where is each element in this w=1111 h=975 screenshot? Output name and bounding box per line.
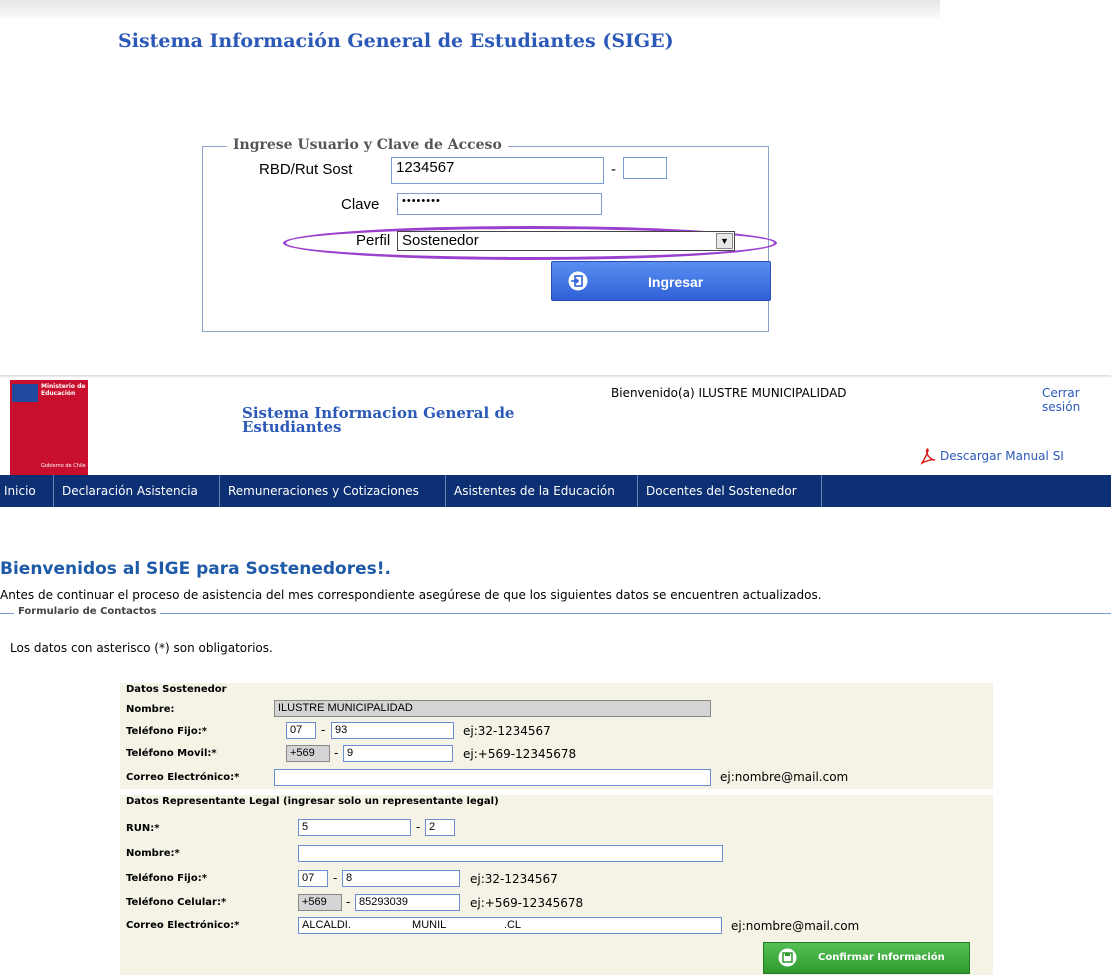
confirm-button[interactable]: Confirmar Información [763, 942, 970, 974]
rep-celular-code-input[interactable]: +569 [298, 894, 342, 911]
top-strip [0, 0, 940, 18]
rep-nombre-input[interactable] [298, 845, 723, 862]
sost-movil-code-input[interactable]: +569 [286, 745, 330, 762]
pdf-icon[interactable] [920, 448, 936, 465]
rbd-input[interactable]: 1234567 [391, 157, 604, 184]
rep-section-title: Datos Representante Legal (ingresar solo… [126, 796, 499, 807]
rep-fijo-num-input[interactable]: 8 [342, 870, 460, 887]
nav-item-inicio[interactable]: Inicio [0, 475, 54, 507]
sost-movil-dash: - [334, 746, 339, 760]
rep-fijo-hint: ej:32-1234567 [470, 872, 558, 886]
sost-correo-input[interactable] [274, 769, 711, 786]
rep-run-input[interactable]: 5 [298, 819, 411, 836]
manual-link[interactable]: Descargar Manual SI [940, 449, 1064, 463]
welcome-heading: Bienvenidos al SIGE para Sostenedores!. [0, 559, 391, 579]
sostenedor-section-title: Datos Sostenedor [126, 684, 227, 695]
ministry-logo: Ministerio de Educación Gobierno de Chil… [10, 380, 88, 476]
sost-movil-num-input[interactable]: 9 [343, 745, 453, 762]
rbd-dash: - [611, 161, 616, 178]
rep-fijo-dash: - [333, 871, 338, 885]
chile-flag-icon [12, 384, 38, 402]
nav-item-declaracion[interactable]: Declaración Asistencia [54, 475, 220, 507]
rbd-label: RBD/Rut Sost [259, 161, 353, 178]
rep-fijo-code-input[interactable]: 07 [298, 870, 328, 887]
rep-run-label: RUN:* [126, 823, 160, 834]
sost-movil-hint: ej:+569-12345678 [463, 747, 577, 761]
sost-nombre-label: Nombre: [126, 704, 175, 715]
rep-correo-label: Correo Electrónico:* [126, 920, 240, 931]
login-icon [568, 271, 588, 291]
rbd-dv-input[interactable] [623, 157, 667, 179]
rep-celular-num-input[interactable]: 85293039 [355, 894, 460, 911]
ministry-line2: Educación [41, 390, 76, 397]
rep-correo-hint: ej:nombre@mail.com [731, 919, 860, 933]
nav-item-docentes[interactable]: Docentes del Sostenedor [638, 475, 822, 507]
sost-movil-label: Teléfono Movil:* [126, 748, 217, 759]
rep-celular-hint: ej:+569-12345678 [470, 896, 584, 910]
rep-correo-input[interactable]: ALCALDI. MUNIL .CL [298, 917, 722, 934]
rep-nombre-label: Nombre:* [126, 848, 180, 859]
nav-item-asistentes[interactable]: Asistentes de la Educación [446, 475, 638, 507]
sost-fijo-num-input[interactable]: 93 [331, 722, 454, 739]
login-legend: Ingrese Usuario y Clave de Acceso [227, 137, 508, 153]
rep-run-dash: - [416, 820, 421, 834]
chevron-down-icon[interactable]: ▼ [716, 233, 733, 249]
form-fieldset-line [0, 613, 1111, 614]
ingresar-label: Ingresar [648, 274, 704, 290]
header-app-title: Sistema Informacion General de Estudiant… [242, 404, 515, 436]
form-legend: Formulario de Contactos [14, 606, 161, 617]
clave-input[interactable]: •••••••• [397, 193, 602, 215]
confirm-label: Confirmar Información [818, 952, 945, 963]
sost-fijo-dash: - [321, 723, 326, 737]
rep-run-dv-input[interactable]: 2 [425, 819, 455, 836]
required-note: Los datos con asterisco (*) son obligato… [10, 641, 273, 655]
save-icon [778, 948, 797, 967]
header-strip [0, 375, 1111, 378]
ingresar-button[interactable]: Ingresar [551, 261, 771, 301]
sost-nombre-input[interactable]: ILUSTRE MUNICIPALIDAD [274, 700, 711, 717]
login-app-title: Sistema Información General de Estudiant… [118, 30, 674, 52]
sost-fijo-code-input[interactable]: 07 [286, 722, 316, 739]
perfil-value: Sostenedor [402, 232, 479, 249]
nav-item-remuneraciones[interactable]: Remuneraciones y Cotizaciones [220, 475, 446, 507]
ministry-line1: Ministerio de [41, 383, 86, 390]
logout-link[interactable]: Cerrar sesión [1042, 386, 1111, 414]
gobierno-label: Gobierno de Chile [41, 463, 86, 469]
intro-text: Antes de continuar el proceso de asisten… [0, 588, 822, 602]
sost-fijo-label: Teléfono Fijo:* [126, 726, 207, 737]
welcome-text: Bienvenido(a) ILUSTRE MUNICIPALIDAD [611, 386, 847, 400]
sost-fijo-hint: ej:32-1234567 [463, 724, 551, 738]
rep-fijo-label: Teléfono Fijo:* [126, 873, 207, 884]
sost-correo-hint: ej:nombre@mail.com [720, 770, 849, 784]
rep-celular-label: Teléfono Celular:* [126, 897, 227, 908]
rep-celular-dash: - [346, 895, 351, 909]
clave-label: Clave [341, 196, 380, 213]
main-nav: Inicio Declaración Asistencia Remuneraci… [0, 475, 1111, 507]
perfil-label: Perfil [356, 232, 391, 249]
sost-correo-label: Correo Electrónico:* [126, 772, 240, 783]
perfil-select[interactable]: Sostenedor ▼ [397, 231, 735, 251]
